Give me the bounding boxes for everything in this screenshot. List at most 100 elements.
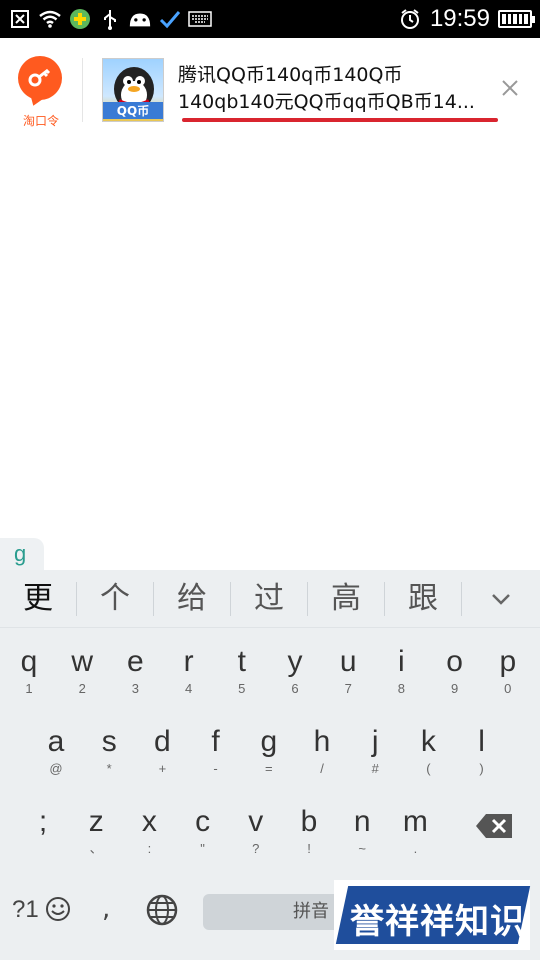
key-icon (18, 56, 62, 100)
key-x[interactable]: x: (122, 802, 176, 872)
status-left (0, 7, 212, 31)
key-k[interactable]: k( (401, 722, 455, 792)
key-sublabel: 4 (184, 681, 193, 696)
key-f[interactable]: f- (189, 722, 243, 792)
key-c[interactable]: c " (176, 802, 230, 872)
game-icon (68, 7, 92, 31)
key-m[interactable]: m. (388, 802, 442, 872)
key-label: n (353, 805, 371, 838)
android-icon (128, 7, 152, 31)
status-bar: 19:59 (0, 0, 540, 38)
status-right: 19:59 (398, 5, 540, 33)
usb-icon (98, 7, 122, 31)
key-sublabel: 0 (504, 681, 512, 696)
key-b[interactable]: b! (282, 802, 336, 872)
key-d[interactable]: d + (135, 722, 189, 792)
key-sublabel: ~ (358, 841, 366, 856)
title-line-1: 腾讯QQ币140q币140Q币 (178, 64, 403, 86)
check-icon (158, 7, 182, 31)
key-sublabel: ! (307, 841, 311, 856)
composing-text: g (0, 538, 44, 570)
product-title[interactable]: 腾讯QQ币140q币140Q币 140qb140元QQ币qq币QB币14... (178, 62, 498, 116)
key-sublabel: ( (426, 761, 431, 776)
key-label: p (499, 645, 517, 678)
key-semicolon[interactable]: ; (16, 802, 70, 872)
key-label: s (101, 725, 117, 758)
key-label: v (248, 805, 264, 838)
key-label: z (88, 805, 104, 838)
key-label: a (47, 725, 65, 758)
key-sublabel: 、 (89, 841, 103, 856)
product-thumbnail[interactable]: QQ币 (102, 58, 164, 122)
key-label: d (154, 725, 171, 758)
watermark-text: 誉祥祥知识 (350, 902, 525, 942)
key-t[interactable]: t5 (215, 642, 269, 712)
symbol-key[interactable]: ?1 (12, 896, 71, 924)
key-label: t (237, 645, 246, 678)
key-sublabel: = (265, 761, 273, 776)
divider (82, 58, 83, 122)
key-v[interactable]: v? (229, 802, 283, 872)
wifi-icon (38, 7, 62, 31)
key-e[interactable]: e3 (108, 642, 162, 712)
key-label: i (398, 645, 405, 678)
candidate-1[interactable]: 更 (0, 581, 77, 616)
key-sublabel: @ (49, 761, 63, 776)
app-label: 淘口令 (22, 114, 59, 128)
key-sublabel: 5 (238, 681, 246, 696)
candidate-2[interactable]: 个 (77, 581, 154, 616)
key-h[interactable]: h / (295, 722, 349, 792)
key-l[interactable]: l) (455, 722, 509, 792)
key-i[interactable]: i8 (374, 642, 428, 712)
close-box-icon (8, 7, 32, 31)
key-sublabel: + (158, 761, 167, 776)
key-label: g (260, 725, 278, 758)
comma-key[interactable]: , (102, 894, 110, 924)
key-q[interactable]: q1 (2, 642, 56, 712)
key-label: l (478, 725, 485, 758)
key-label: e (127, 645, 144, 678)
key-o[interactable]: o9 (428, 642, 482, 712)
key-n[interactable]: n ~ (335, 802, 389, 872)
key-sublabel: : (147, 841, 152, 856)
key-label: ; (38, 805, 48, 838)
key-sublabel: 9 (450, 681, 459, 696)
candidate-3[interactable]: 给 (154, 581, 231, 616)
key-a[interactable]: a @ (29, 722, 83, 792)
key-s[interactable]: s * (82, 722, 136, 792)
key-u[interactable]: u7 (321, 642, 375, 712)
key-sublabel: . (413, 841, 418, 856)
key-w[interactable]: w2 (55, 642, 109, 712)
taokouling-notification[interactable]: 淘口令 QQ币 腾讯QQ币140q币140Q币 140qb140元QQ币qq币Q… (0, 38, 540, 138)
key-z[interactable]: z、 (69, 802, 123, 872)
alarm-icon (398, 7, 422, 31)
key-r[interactable]: r4 (162, 642, 216, 712)
key-g[interactable]: g = (242, 722, 296, 792)
backspace-key[interactable] (462, 812, 526, 882)
candidate-5[interactable]: 高 (308, 581, 385, 616)
watermark-logo: 誉祥祥知识 (334, 880, 531, 950)
key-label: x (141, 805, 157, 838)
key-label: f (211, 725, 220, 758)
key-sublabel: ) (479, 761, 484, 776)
key-j[interactable]: j # (348, 722, 402, 792)
title-line-2: 140qb140元QQ币qq币QB币14... (178, 91, 475, 113)
battery-icon (498, 10, 535, 28)
key-p[interactable]: p0 (481, 642, 535, 712)
candidate-4[interactable]: 过 (231, 581, 308, 616)
key-label: w (71, 645, 94, 678)
key-sublabel: # (371, 761, 379, 776)
key-label: o (446, 645, 463, 678)
key-label: m (402, 805, 428, 838)
key-sublabel: 8 (397, 681, 405, 696)
candidate-6[interactable]: 跟 (385, 581, 462, 616)
key-y[interactable]: y6 (268, 642, 322, 712)
expand-candidates-button[interactable] (462, 591, 540, 607)
key-sublabel: 3 (131, 681, 139, 696)
close-icon[interactable] (498, 76, 522, 100)
globe-icon[interactable] (146, 894, 178, 926)
clock: 19:59 (429, 5, 490, 32)
key-label: y (287, 645, 303, 678)
emoji-icon (46, 897, 71, 921)
key-sublabel: 7 (344, 681, 352, 696)
